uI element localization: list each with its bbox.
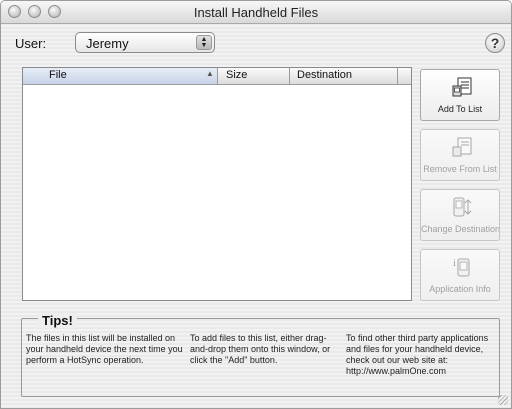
install-handheld-files-window: Install Handheld Files User: Jeremy ▲ ▼ ?… [0,0,512,409]
tip-third-party: To find other third party applications a… [346,333,489,376]
application-info-icon: i [453,258,470,277]
column-header-row: File ▲ Size Destination [23,68,411,85]
tip-add-files: To add files to this list, either drag-a… [190,333,331,365]
remove-from-list-label: Remove From List [423,164,497,174]
column-header-destination[interactable]: Destination [290,68,411,84]
remove-file-icon [452,137,472,157]
change-destination-button[interactable]: Change Destination... [420,189,500,241]
change-destination-label: Change Destination... [421,224,499,234]
user-label: User: [15,36,47,51]
resize-grip[interactable] [498,395,508,405]
add-file-icon [452,77,472,97]
header-corner [397,68,411,84]
column-header-file[interactable]: File [23,68,218,84]
column-header-size[interactable]: Size [218,68,290,84]
sort-ascending-icon: ▲ [206,69,214,78]
user-select[interactable]: Jeremy ▲ ▼ [75,32,215,53]
svg-text:i: i [453,259,456,269]
title-bar[interactable]: Install Handheld Files [1,1,511,24]
application-info-button[interactable]: i Application Info [420,249,500,301]
file-list[interactable]: File ▲ Size Destination [22,67,412,301]
application-info-label: Application Info [429,284,491,294]
tips-title: Tips! [38,313,77,328]
add-to-list-label: Add To List [437,104,483,114]
tip-install-next-hotsync: The files in this list will be installed… [26,333,183,365]
remove-from-list-button[interactable]: Remove From List [420,129,500,181]
updown-arrows-icon: ▲ ▼ [196,35,212,50]
help-button[interactable]: ? [485,33,505,53]
change-destination-icon [453,197,472,217]
user-select-value: Jeremy [86,36,129,51]
window-title: Install Handheld Files [193,5,319,20]
add-to-list-button[interactable]: Add To List [420,69,500,121]
